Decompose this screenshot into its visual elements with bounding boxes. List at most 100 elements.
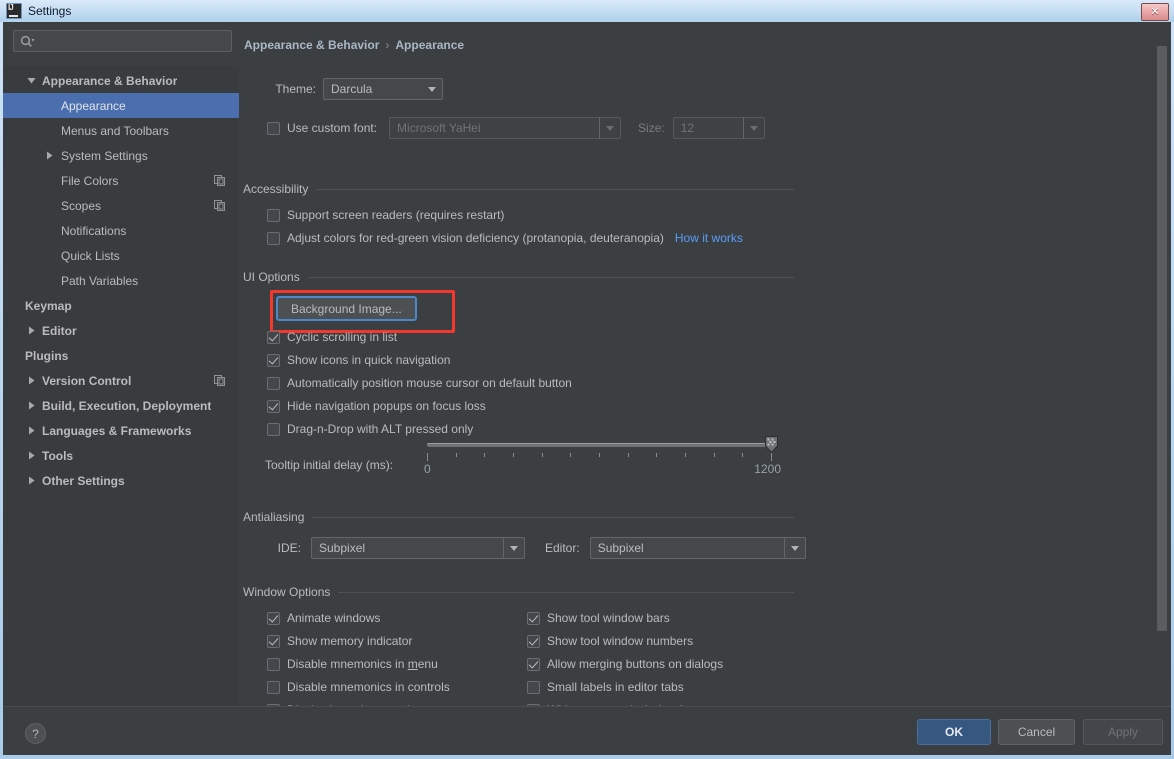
show-tool-window-bars-checkbox[interactable]: Show tool window bars	[527, 611, 670, 625]
window-options-section-header: Window Options	[243, 585, 794, 599]
editor-antialiasing-dropdown[interactable]: Subpixel	[589, 537, 806, 559]
search-input[interactable]	[39, 33, 223, 49]
window-option-label: Small labels in editor tabs	[547, 680, 684, 694]
window-option-row: Animate windows	[267, 611, 450, 634]
apply-button[interactable]: Apply	[1083, 719, 1163, 745]
search-box[interactable]	[13, 30, 232, 52]
dialog-footer: ? OK Cancel Apply	[3, 706, 1171, 755]
cancel-button[interactable]: Cancel	[998, 719, 1075, 745]
support-screen-readers-label: Support screen readers (requires restart…	[287, 208, 505, 222]
show-icons-quick-navigation-checkbox[interactable]: Show icons in quick navigation	[267, 353, 450, 367]
settings-tree: Appearance & Behavior Appearance Menus and…	[3, 66, 239, 734]
tooltip-delay-label: Tooltip initial delay (ms):	[265, 458, 394, 472]
chevron-right-icon[interactable]	[25, 474, 38, 487]
window-option-label: Allow merging buttons on dialogs	[547, 657, 724, 671]
theme-value: Darcula	[331, 82, 373, 96]
font-family-value: Microsoft YaHei	[397, 121, 481, 135]
help-button[interactable]: ?	[25, 723, 46, 744]
sidebar-item-file-colors[interactable]: File Colors	[3, 168, 239, 193]
content-scrollbar[interactable]	[1157, 46, 1167, 631]
accessibility-section-header: Accessibility	[243, 182, 794, 196]
animate-windows-checkbox[interactable]: Animate windows	[267, 611, 380, 625]
slider-thumb[interactable]	[765, 436, 778, 454]
sidebar-item-label: Build, Execution, Deployment	[42, 398, 212, 413]
chevron-right-icon[interactable]	[25, 449, 38, 462]
show-tool-window-numbers-checkbox[interactable]: Show tool window numbers	[527, 634, 693, 648]
support-screen-readers-checkbox[interactable]: Support screen readers (requires restart…	[267, 208, 504, 222]
sidebar-item-build-execution-deployment[interactable]: Build, Execution, Deployment	[3, 393, 239, 418]
ide-antialiasing-label: IDE:	[277, 541, 301, 555]
sidebar-item-appearance-behavior[interactable]: Appearance & Behavior	[3, 68, 239, 93]
chevron-right-icon[interactable]	[25, 324, 38, 337]
sidebar-item-label: Plugins	[25, 348, 69, 363]
chevron-right-icon[interactable]	[43, 149, 56, 162]
chevron-down-icon[interactable]	[25, 74, 38, 87]
antialiasing-section-header: Antialiasing	[243, 510, 794, 524]
copy-settings-icon[interactable]	[214, 175, 225, 186]
antialiasing-title: Antialiasing	[243, 510, 305, 524]
font-family-dropdown[interactable]: Microsoft YaHei	[389, 117, 622, 139]
chevron-right-icon[interactable]	[25, 399, 38, 412]
checkbox-box	[267, 634, 280, 648]
sidebar-item-system-settings[interactable]: System Settings	[3, 143, 239, 168]
checkbox-box	[267, 680, 280, 694]
hide-navigation-popups-checkbox[interactable]: Hide navigation popups on focus loss	[267, 399, 486, 413]
auto-position-cursor-checkbox[interactable]: Automatically position mouse cursor on d…	[267, 376, 572, 390]
background-image-button[interactable]: Background Image...	[276, 296, 417, 321]
sidebar-item-appearance[interactable]: Appearance	[3, 93, 239, 118]
ide-antialiasing-value: Subpixel	[319, 541, 366, 555]
divider	[316, 188, 794, 190]
sidebar-item-label: Editor	[42, 323, 77, 338]
disable-mnemonics-in-menu-checkbox[interactable]: Disable mnemonics in menu	[267, 657, 438, 671]
breadcrumb-parent[interactable]: Appearance & Behavior	[244, 38, 379, 52]
hide-nav-popups-row: Hide navigation popups on focus loss	[267, 399, 486, 413]
allow-merging-buttons-on-dialogs-checkbox[interactable]: Allow merging buttons on dialogs	[527, 657, 723, 671]
adjust-colors-checkbox[interactable]: Adjust colors for red-green vision defic…	[267, 231, 664, 245]
ok-button[interactable]: OK	[917, 719, 991, 745]
how-it-works-link[interactable]: How it works	[675, 231, 743, 245]
breadcrumb-current: Appearance	[395, 38, 465, 52]
show-memory-indicator-checkbox[interactable]: Show memory indicator	[267, 634, 412, 648]
sidebar-item-quick-lists[interactable]: Quick Lists	[3, 243, 239, 268]
cyclic-scrolling-checkbox[interactable]: Cyclic scrolling in list	[267, 330, 397, 344]
sidebar-item-scopes[interactable]: Scopes	[3, 193, 239, 218]
drag-n-drop-alt-label: Drag-n-Drop with ALT pressed only	[287, 422, 474, 436]
close-icon: ✕	[1150, 5, 1160, 18]
sidebar-item-path-variables[interactable]: Path Variables	[3, 268, 239, 293]
tooltip-delay-slider[interactable]: 0 1200	[424, 436, 781, 486]
sidebar-item-label: Other Settings	[42, 473, 125, 488]
sidebar-item-editor[interactable]: Editor	[3, 318, 239, 343]
sidebar-item-keymap[interactable]: Keymap	[3, 293, 239, 318]
sidebar-item-label: Scopes	[61, 198, 102, 213]
drag-n-drop-alt-checkbox[interactable]: Drag-n-Drop with ALT pressed only	[267, 422, 473, 436]
disable-mnemonics-in-controls-checkbox[interactable]: Disable mnemonics in controls	[267, 680, 450, 694]
theme-dropdown[interactable]: Darcula	[323, 78, 443, 100]
use-custom-font-checkbox[interactable]: Use custom font:	[267, 121, 377, 135]
sidebar-item-menus-and-toolbars[interactable]: Menus and Toolbars	[3, 118, 239, 143]
checkbox-box	[267, 231, 280, 245]
font-size-field[interactable]: 12	[672, 117, 765, 139]
copy-settings-icon[interactable]	[214, 200, 225, 211]
small-labels-in-editor-tabs-checkbox[interactable]: Small labels in editor tabs	[527, 680, 684, 694]
checkbox-box	[267, 657, 280, 671]
ide-antialiasing-dropdown[interactable]: Subpixel	[311, 537, 525, 559]
slider-ticks	[427, 453, 772, 461]
sidebar-item-languages-frameworks[interactable]: Languages & Frameworks	[3, 418, 239, 443]
copy-settings-icon[interactable]	[214, 375, 225, 386]
chevron-down-icon	[742, 118, 764, 138]
chevron-right-icon[interactable]	[25, 374, 38, 387]
sidebar-item-plugins[interactable]: Plugins	[3, 343, 239, 368]
sidebar-item-other-settings[interactable]: Other Settings	[3, 468, 239, 493]
chevron-right-icon[interactable]	[25, 424, 38, 437]
breadcrumb: Appearance & Behavior › Appearance	[244, 38, 464, 52]
divider	[307, 276, 794, 278]
window-option-row: Small labels in editor tabs	[527, 680, 723, 703]
sidebar-item-notifications[interactable]: Notifications	[3, 218, 239, 243]
sidebar-item-tools[interactable]: Tools	[3, 443, 239, 468]
checkbox-box	[267, 399, 280, 413]
window-options-title: Window Options	[243, 585, 331, 599]
cyclic-scrolling-row: Cyclic scrolling in list	[267, 330, 397, 344]
sidebar-item-version-control[interactable]: Version Control	[3, 368, 239, 393]
window-title: Settings	[28, 4, 72, 18]
close-button[interactable]: ✕	[1141, 3, 1169, 21]
